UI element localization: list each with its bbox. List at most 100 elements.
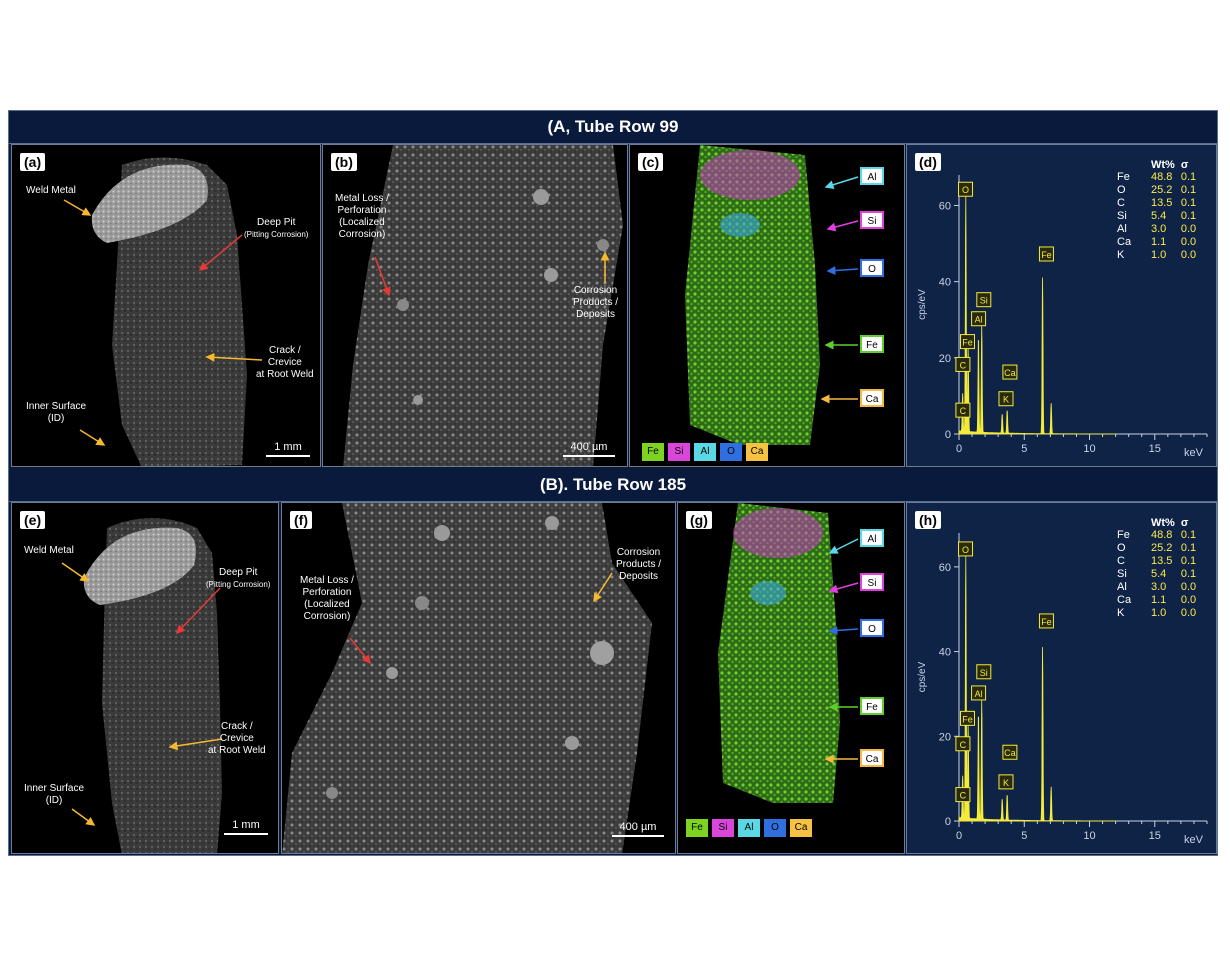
x-tick-label: 15 (1149, 443, 1161, 455)
panel-letter: (d) (915, 153, 941, 171)
wt-table: Wt% σ Fe 48.8 0.1 O 25.2 0.1 C 13.5 0.1 Si 5.4 0.1 Al 3… (1117, 517, 1202, 620)
wt-header-0 (1117, 517, 1151, 529)
x-tick-label: 5 (1021, 443, 1027, 455)
wt-cell: 13.5 (1151, 197, 1173, 209)
panel-f-sem-high: (f) Metal Loss / Perforation (Localized … (281, 502, 676, 854)
peak-label: Fe (1041, 250, 1052, 260)
weld-metal-label: Weld Metal (24, 545, 74, 556)
wt-row: Ca 1.1 0.0 (1117, 594, 1202, 607)
wt-cell: 0.0 (1180, 223, 1197, 235)
row-a-header: (A, Tube Row 99 (9, 111, 1217, 144)
arrows (824, 538, 859, 764)
panel-g-eds-map: (g) Al Si O Fe Ca Fe Si Al O Ca (677, 502, 905, 854)
wt-cell: K (1117, 607, 1125, 619)
x-tick-label: 0 (956, 443, 962, 455)
peak-label: Fe (962, 714, 973, 724)
wt-header-2: σ (1180, 517, 1189, 529)
legend-o: O (720, 443, 742, 461)
wt-row: O 25.2 0.1 (1117, 542, 1202, 555)
legend-fe: Fe (686, 819, 708, 837)
wt-header-1: Wt% (1151, 159, 1175, 171)
scale-text: 400 µm (619, 821, 657, 833)
scale-bar: 400 µm (563, 441, 615, 457)
wt-cell: 0.1 (1180, 542, 1197, 554)
scale-text: 1 mm (274, 441, 302, 453)
x-tick-label: 0 (956, 830, 962, 842)
y-tick-label: 40 (939, 277, 951, 289)
panel-letter: (c) (638, 153, 664, 171)
wt-row: Al 3.0 0.0 (1117, 223, 1202, 236)
wt-cell: 0.1 (1180, 568, 1197, 580)
wt-row: K 1.0 0.0 (1117, 607, 1202, 620)
wt-cell: 25.2 (1151, 184, 1173, 196)
wt-row: O 25.2 0.1 (1117, 184, 1202, 197)
panel-letter: (a) (20, 153, 46, 171)
panel-e-sem-low: (e) Weld Metal Deep Pit (Pitting Corrosio… (11, 502, 279, 854)
wt-cell: Fe (1117, 171, 1130, 183)
map-label-al: Al (860, 529, 884, 547)
wt-cell: Si (1117, 210, 1127, 222)
wt-cell: 1.0 (1151, 249, 1167, 261)
map-label-fe: Fe (860, 335, 884, 353)
map-label-si: Si (860, 573, 884, 591)
peak-label: Si (980, 296, 988, 306)
map-label-al: Al (860, 167, 884, 185)
wt-cell: 0.1 (1180, 171, 1197, 183)
y-tick-label: 20 (939, 731, 951, 743)
peak-label: O (962, 185, 969, 195)
x-tick-label: 10 (1083, 443, 1095, 455)
y-tick-label: 0 (945, 429, 951, 441)
wt-cell: 1.1 (1151, 236, 1167, 248)
wt-cell: 0.0 (1180, 236, 1197, 248)
scale-bar: 1 mm (266, 441, 310, 457)
y-axis-label: cps/eV (917, 289, 928, 320)
wt-row: Si 5.4 0.1 (1117, 568, 1202, 581)
legend-si: Si (712, 819, 734, 837)
panel-h-eds-spectrum: (h) 0 20 40 60 0 5 10 15 keV cps/eV O Si Al Fe C Ca K C Fe… (906, 502, 1217, 854)
wt-cell: 0.0 (1180, 594, 1197, 606)
arrows (820, 176, 859, 404)
corrosion-products-label: Corrosion Products / Deposits (573, 285, 619, 320)
peak-label: C (960, 740, 967, 750)
wt-row: Fe 48.8 0.1 (1117, 529, 1202, 542)
peak-label: C (960, 791, 967, 801)
wt-cell: 1.0 (1151, 607, 1167, 619)
deep-pit-label: Deep Pit (Pitting Corrosion) (244, 217, 308, 241)
x-tick-label: 10 (1083, 830, 1095, 842)
wt-cell: 5.4 (1151, 210, 1167, 222)
peak-label: Al (975, 689, 983, 699)
panel-letter: (g) (686, 511, 712, 529)
y-tick-label: 40 (939, 647, 951, 659)
legend-fe: Fe (642, 443, 664, 461)
peak-label: O (962, 545, 969, 555)
wt-cell: O (1117, 184, 1126, 196)
corrosion-products-label: Corrosion Products / Deposits (616, 547, 662, 582)
wt-cell: 25.2 (1151, 542, 1173, 554)
legend-al: Al (738, 819, 760, 837)
map-label-fe: Fe (860, 697, 884, 715)
wt-cell: Al (1117, 581, 1127, 593)
wt-header-1: Wt% (1151, 517, 1175, 529)
crack-label: Crack / Crevice at Root Weld (208, 721, 266, 756)
peak-label: Fe (962, 338, 973, 348)
wt-cell: 13.5 (1151, 555, 1173, 567)
legend-al: Al (694, 443, 716, 461)
wt-cell: O (1117, 542, 1126, 554)
crack-label: Crack / Crevice at Root Weld (256, 345, 314, 380)
scale-bar: 400 µm (612, 821, 664, 837)
legend-ca: Ca (746, 443, 768, 461)
wt-cell: 0.0 (1180, 607, 1197, 619)
wt-cell: 0.1 (1180, 210, 1197, 222)
scale-bar: 1 mm (224, 819, 268, 835)
wt-cell: C (1117, 555, 1125, 567)
wt-cell: 1.1 (1151, 594, 1167, 606)
wt-cell: 0.1 (1180, 184, 1197, 196)
wt-cell: Si (1117, 568, 1127, 580)
wt-header-2: σ (1180, 159, 1189, 171)
panel-letter: (b) (331, 153, 357, 171)
wt-cell: 0.0 (1180, 249, 1197, 261)
map-label-o: O (860, 259, 884, 277)
metal-loss-label: Metal Loss / Perforation (Localized Corr… (300, 575, 354, 622)
wt-cell: 5.4 (1151, 568, 1167, 580)
y-tick-label: 60 (939, 562, 951, 574)
